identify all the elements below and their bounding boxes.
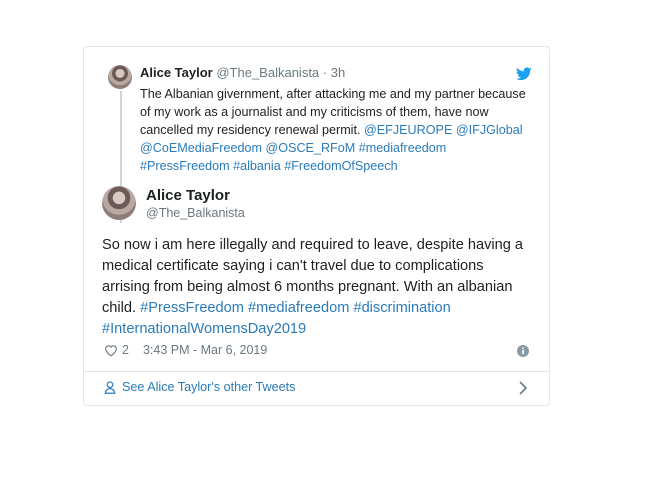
footer-divider	[84, 371, 549, 372]
tweet-meta: 2 3:43 PM - Mar 6, 2019	[104, 343, 267, 357]
heart-icon[interactable]	[104, 344, 118, 357]
author-handle[interactable]: @The_Balkanista	[146, 206, 245, 220]
embedded-tweet-card: Alice Taylor @The_Balkanista · 3h The Al…	[83, 46, 550, 406]
chevron-right-icon[interactable]	[518, 381, 528, 395]
quoted-tweet-text: The Albanian givernment, after attacking…	[140, 85, 534, 175]
tweet-tags[interactable]: #PressFreedom #mediafreedom #discriminat…	[102, 300, 451, 337]
other-tweets-label: See Alice Taylor's other Tweets	[122, 380, 296, 394]
quoted-avatar[interactable]	[108, 65, 132, 89]
quoted-tweet-time[interactable]: 3h	[331, 65, 345, 80]
header-separator: ·	[322, 65, 328, 80]
info-icon[interactable]	[517, 345, 529, 357]
quoted-tweet-header: Alice Taylor @The_Balkanista · 3h	[140, 65, 345, 80]
tweet-timestamp[interactable]: 3:43 PM - Mar 6, 2019	[143, 343, 267, 357]
person-icon	[104, 380, 116, 394]
like-count[interactable]: 2	[122, 343, 129, 357]
quoted-author-name[interactable]: Alice Taylor	[140, 65, 213, 80]
quoted-author-handle[interactable]: @The_Balkanista	[216, 65, 319, 80]
twitter-icon[interactable]	[516, 67, 532, 81]
author-avatar[interactable]	[102, 186, 136, 220]
author-name[interactable]: Alice Taylor	[146, 187, 230, 204]
other-tweets-link[interactable]: See Alice Taylor's other Tweets	[104, 380, 295, 394]
tweet-text: So now i am here illegally and required …	[102, 235, 532, 340]
